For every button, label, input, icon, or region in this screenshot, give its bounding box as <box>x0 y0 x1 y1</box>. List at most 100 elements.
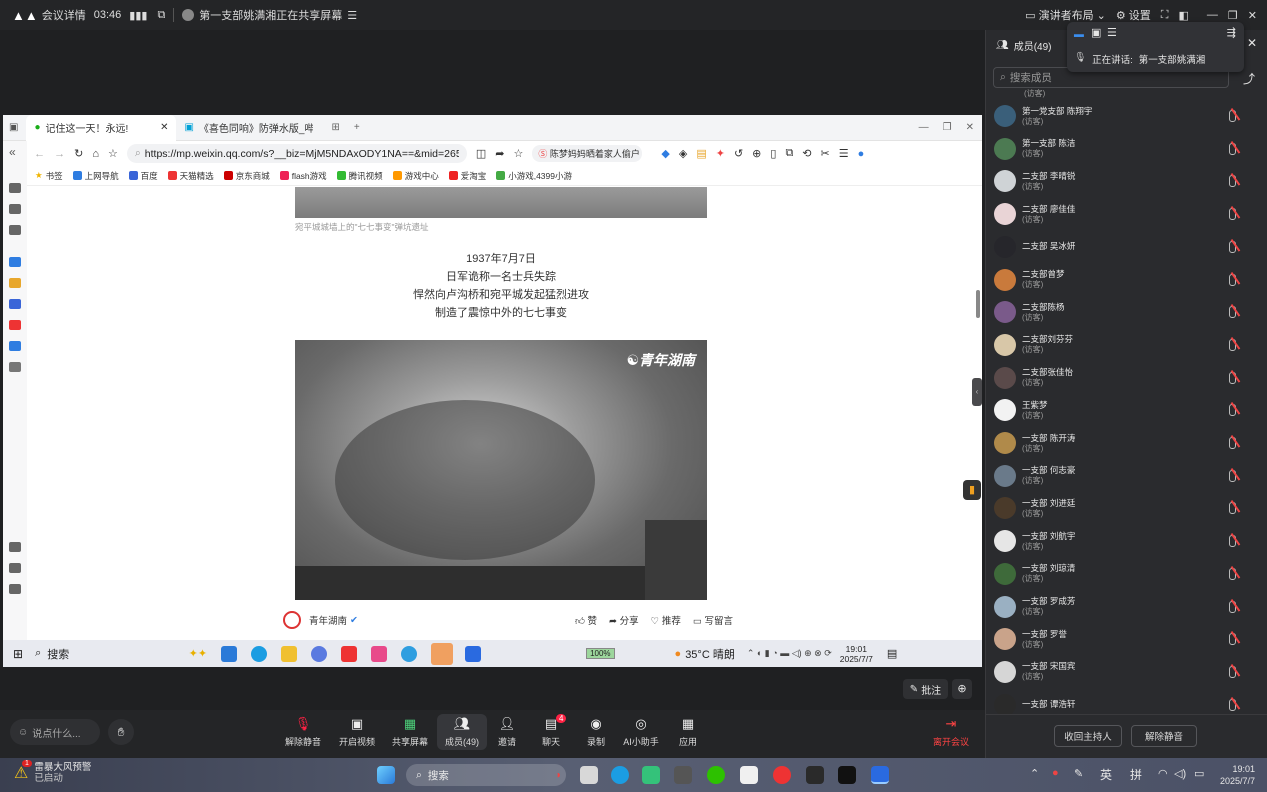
home-icon[interactable]: ⌂ <box>92 148 99 160</box>
side-star-icon[interactable] <box>9 183 21 193</box>
phone-icon[interactable]: ▯ <box>770 147 776 160</box>
favorite-icon[interactable]: ☆ <box>514 147 524 160</box>
bookmark-item[interactable]: 腾讯视频 <box>336 170 383 182</box>
member-row[interactable]: 一支部 何志豪 (访客) <box>994 460 1254 492</box>
forward-icon[interactable]: → <box>54 148 65 160</box>
restore-icon[interactable]: ❐ <box>1228 9 1238 22</box>
tab-bilibili[interactable]: ▣ 《喜色同响》防弹水版_哔哩哔哩 <box>176 115 321 141</box>
popup-list-icon[interactable]: ☰ <box>1107 26 1117 39</box>
battery-icon[interactable]: ▭ <box>1194 767 1204 780</box>
side-up-icon[interactable] <box>9 584 21 594</box>
volume-icon[interactable]: ◁) <box>1174 767 1186 780</box>
app-icon-b[interactable] <box>773 766 791 784</box>
side-app-icon-6[interactable] <box>9 362 21 372</box>
side-app-icon-1[interactable] <box>9 257 21 267</box>
apps-button[interactable]: ▦ 应用 <box>663 716 713 748</box>
mic-muted-icon[interactable] <box>1229 437 1236 449</box>
account-name[interactable]: 青年湖南 <box>309 613 347 627</box>
system-clock[interactable]: 19:01 2025/7/7 <box>1215 763 1255 787</box>
mic-muted-icon[interactable] <box>1229 208 1236 221</box>
taskbar-app-icon[interactable] <box>221 645 238 662</box>
browser-close-icon[interactable]: ✕ <box>966 122 974 133</box>
taskbar-folder-icon[interactable] <box>281 645 298 662</box>
tray-app-icon[interactable]: ● <box>1052 767 1059 779</box>
member-row[interactable]: 一支部 刘琼清 (访客) <box>994 558 1254 590</box>
mic-muted-icon[interactable] <box>1229 665 1236 678</box>
profile-icon[interactable]: ● <box>858 148 865 160</box>
taskbar-app2-icon[interactable] <box>371 645 388 662</box>
meeting-app-icon[interactable] <box>871 766 889 784</box>
account-avatar[interactable] <box>283 611 301 629</box>
member-row[interactable]: 一支部 罗成芳 (访客) <box>994 591 1254 623</box>
bookmark-item[interactable]: flash游戏 <box>279 170 327 182</box>
mic-muted-icon[interactable] <box>1229 469 1236 482</box>
taskbar-wps-icon[interactable] <box>341 645 358 662</box>
tab-close-icon[interactable]: ✕ <box>160 122 168 133</box>
history-icon[interactable]: ⟲ <box>802 147 811 160</box>
side-trash-icon[interactable] <box>9 563 21 573</box>
ime-pinyin[interactable]: 拼 <box>1130 766 1142 783</box>
invite-member-icon[interactable]: ⤴ <box>1243 70 1255 87</box>
mic-muted-icon[interactable] <box>1229 142 1236 155</box>
ext-icon-5[interactable]: ↺ <box>734 147 743 160</box>
like-button[interactable]: 👍︎ 赞 <box>575 613 597 627</box>
store-icon[interactable] <box>642 766 660 784</box>
popup-window-icon[interactable]: ▣ <box>1091 26 1101 39</box>
bookmark-item[interactable]: 游戏中心 <box>392 170 439 182</box>
start-icon[interactable] <box>377 766 395 784</box>
browser-restore-icon[interactable]: ❐ <box>943 122 952 133</box>
bookmark-item[interactable]: 爱淘宝 <box>448 170 486 182</box>
star-icon[interactable]: ☆ <box>108 147 118 160</box>
leave-meeting-button[interactable]: ⇥ 离开会议 <box>926 716 976 748</box>
tools-icon[interactable]: ✂ <box>821 147 830 160</box>
taskbar-qq-icon[interactable] <box>431 642 454 665</box>
popup-minimize-icon[interactable]: ━ <box>1074 26 1084 46</box>
side-phone-icon[interactable] <box>9 225 21 235</box>
bookmark-item[interactable]: 小游戏,4399小游 <box>496 170 572 182</box>
notification-icon[interactable]: ▤ <box>887 647 897 660</box>
member-row[interactable]: 一支部 刘航宇 (访客) <box>994 525 1254 557</box>
menu-icon[interactable]: ☰ <box>839 147 849 160</box>
chat-input[interactable]: ☺ 说点什么... <box>10 719 100 745</box>
side-app-icon-3[interactable] <box>9 299 21 309</box>
zoom-in-icon[interactable]: ⊕ <box>952 679 972 699</box>
mic-muted-icon[interactable] <box>1229 240 1236 253</box>
taskbar-edge-icon[interactable] <box>251 645 268 662</box>
fullscreen-icon[interactable]: ⛶ <box>1161 9 1169 22</box>
mic-muted-icon[interactable] <box>1229 175 1236 188</box>
sidebar-toggle-icon[interactable]: ◧ <box>1179 9 1189 22</box>
tray-icons[interactable]: ⌃ ◐ ▮ ◔ ▬ ◁) ⊕ ⊗ ⟳ <box>747 648 832 659</box>
screenshot-icon[interactable]: ⧉ <box>785 147 793 160</box>
wifi-icon[interactable]: ◠ <box>1158 767 1168 780</box>
member-row[interactable]: 一支部 谭浩轩 <box>994 689 1254 714</box>
mic-muted-icon[interactable] <box>1229 273 1236 286</box>
ext-icon-4[interactable]: ✦ <box>716 147 725 160</box>
side-app-icon-2[interactable] <box>9 278 21 288</box>
member-row[interactable]: 二支部陈杨 (访客) <box>994 296 1254 328</box>
back-icon[interactable]: ← <box>34 148 45 160</box>
share-icon[interactable]: ➦ <box>495 147 504 160</box>
invite-button[interactable]: 👤︎ 邀请 <box>482 716 532 748</box>
member-row[interactable]: 二支部 李晴锐 (访客) <box>994 165 1254 197</box>
windows-start-icon[interactable]: ⊞ <box>13 647 23 661</box>
take-host-button[interactable]: 收回主持人 <box>1054 725 1122 747</box>
unmute-button[interactable]: 🎙︎ 解除静音 <box>278 716 328 748</box>
qq-icon[interactable] <box>740 766 758 784</box>
browser-scrollbar[interactable] <box>976 290 980 318</box>
member-row[interactable]: 二支部张佳怡 (访客) <box>994 362 1254 394</box>
mic-muted-icon[interactable] <box>1229 535 1236 548</box>
tray-input-icon[interactable]: ✎ <box>1074 767 1083 780</box>
member-row[interactable]: 一支部 罗誉 (访客) <box>994 623 1254 655</box>
mic-muted-icon[interactable] <box>1229 633 1236 646</box>
member-row[interactable]: 一支部 陈开涛 (访客) <box>994 427 1254 459</box>
mic-muted-icon[interactable] <box>1229 110 1236 122</box>
chat-button[interactable]: ▤ 聊天 4 <box>526 714 576 748</box>
mic-muted-icon[interactable] <box>1229 404 1236 417</box>
side-folder-icon[interactable] <box>9 204 21 214</box>
member-row[interactable]: 二支部 廖佳佳 (访客) <box>994 198 1254 230</box>
mic-muted-icon[interactable] <box>1229 338 1236 351</box>
sharing-menu-icon[interactable]: ☰ <box>347 9 357 22</box>
side-app-icon-4[interactable] <box>9 320 21 330</box>
tab-article[interactable]: ● 记住这一天！永远! ✕ <box>26 114 177 141</box>
bookmark-item[interactable]: 百度 <box>128 170 158 182</box>
